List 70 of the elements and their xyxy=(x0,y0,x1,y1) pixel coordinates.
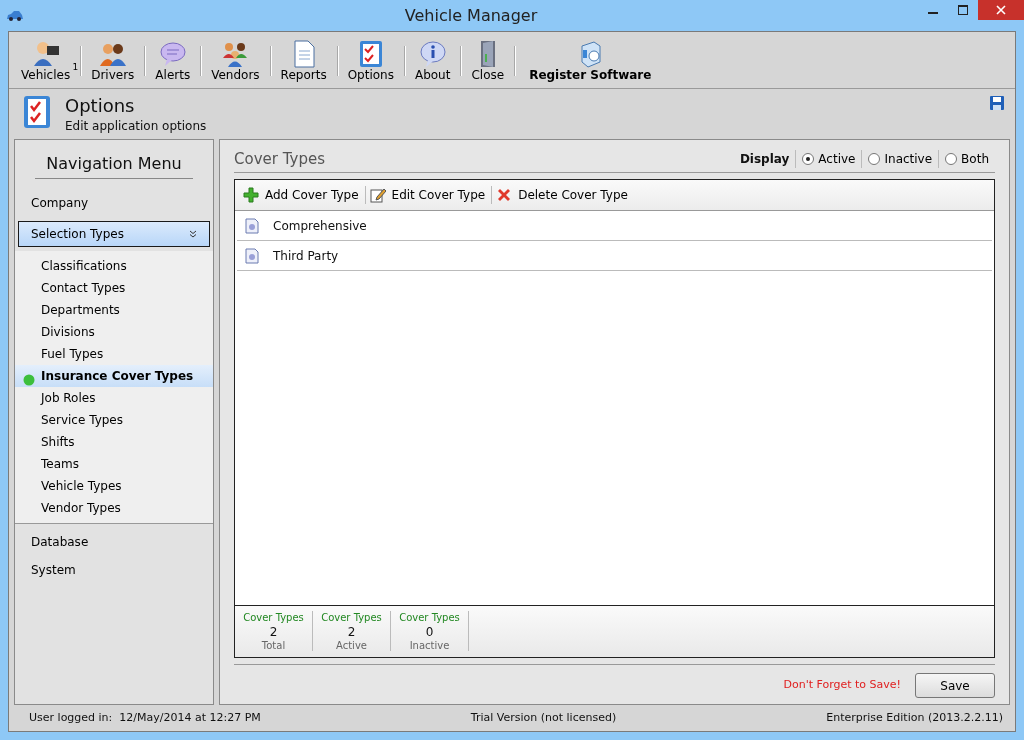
delete-icon xyxy=(496,187,513,203)
person-icon xyxy=(31,40,60,68)
list-item[interactable]: Comprehensive xyxy=(273,216,367,235)
checklist-icon xyxy=(23,95,51,129)
window-title: Vehicle Manager xyxy=(403,4,539,27)
close-icon xyxy=(996,5,1006,15)
nav-item[interactable]: Divisions xyxy=(15,321,213,343)
stat-label: Cover Types xyxy=(399,611,460,625)
nav-item[interactable]: Service Types xyxy=(15,409,213,431)
chevron-down-icon xyxy=(189,230,197,238)
radio-option[interactable]: Both xyxy=(938,150,995,168)
document-icon xyxy=(245,247,259,264)
stat-caption: Active xyxy=(336,639,367,653)
radio-option[interactable]: Active xyxy=(795,150,862,168)
save-icon[interactable] xyxy=(989,95,1005,111)
car-icon xyxy=(6,9,24,22)
stat-label: Cover Types xyxy=(321,611,382,625)
minimize-icon xyxy=(928,12,938,14)
nav-section[interactable]: Company xyxy=(15,189,213,217)
nav-section[interactable]: Selection Types xyxy=(18,221,210,247)
stat-value: 2 xyxy=(269,625,278,639)
stat-caption: Inactive xyxy=(409,639,450,653)
edition-label: Enterprise Edition (2013.2.2.11) xyxy=(826,709,1003,726)
nav-item[interactable]: Vendor Types xyxy=(15,497,213,519)
radio-option[interactable]: Inactive xyxy=(861,150,939,168)
nav-item[interactable]: Departments xyxy=(15,299,213,321)
page-subtitle: Edit application options xyxy=(65,117,208,135)
save-button[interactable]: Save xyxy=(915,673,995,698)
page-title: Options xyxy=(65,95,136,117)
section-title: Cover Types xyxy=(234,150,326,168)
nav-item[interactable]: Vehicle Types xyxy=(15,475,213,497)
nav-section[interactable]: Database xyxy=(15,528,213,556)
register-button[interactable]: Register Software xyxy=(523,40,658,82)
stat-value: 0 xyxy=(425,625,434,639)
group-icon xyxy=(221,40,250,68)
nav-section[interactable]: System xyxy=(15,556,213,584)
toolbar-button[interactable]: Options xyxy=(341,40,400,82)
status-dot-icon xyxy=(23,373,35,386)
toolbar-button[interactable]: About xyxy=(408,40,457,82)
toolbar-button[interactable]: Close xyxy=(465,40,511,82)
nav-item[interactable]: Classifications xyxy=(15,255,213,277)
toolbar-button[interactable]: Alerts xyxy=(149,40,197,82)
edit-icon xyxy=(369,187,386,203)
maximize-icon xyxy=(958,5,968,15)
document-icon xyxy=(245,217,259,234)
nav-item[interactable]: Fuel Types xyxy=(15,343,213,365)
nav-item[interactable]: Shifts xyxy=(15,431,213,453)
toolbar-action[interactable]: Edit Cover Type xyxy=(369,186,493,204)
display-label: Display xyxy=(739,151,791,168)
nav-item[interactable]: Contact Types xyxy=(15,277,213,299)
count-label: 1 xyxy=(72,61,79,74)
info-icon xyxy=(418,40,447,68)
stat-caption: Total xyxy=(261,639,286,653)
nav-item[interactable]: Job Roles xyxy=(15,387,213,409)
license-status: Trial Version (not licensed) xyxy=(470,709,617,726)
stat-value: 2 xyxy=(347,625,356,639)
nav-item[interactable]: Teams xyxy=(15,453,213,475)
toolbar-action[interactable]: Add Cover Type xyxy=(243,186,366,204)
speech-bubble-icon xyxy=(158,40,187,68)
toolbar-action[interactable]: Delete Cover Type xyxy=(496,186,634,204)
toolbar-button[interactable]: Vendors xyxy=(205,40,266,82)
nav-item[interactable]: Insurance Cover Types xyxy=(15,365,213,387)
list-item[interactable]: Third Party xyxy=(273,246,339,265)
toolbar-button[interactable]: Drivers xyxy=(85,40,141,82)
stat-label: Cover Types xyxy=(243,611,304,625)
plus-icon xyxy=(243,187,259,203)
sidebar-title: Navigation Menu xyxy=(35,152,193,179)
save-reminder: Don't Forget to Save! xyxy=(783,677,901,694)
toolbar-button[interactable]: Reports xyxy=(274,40,333,82)
login-status: User logged in: 12/May/2014 at 12:27 PM xyxy=(29,709,261,726)
